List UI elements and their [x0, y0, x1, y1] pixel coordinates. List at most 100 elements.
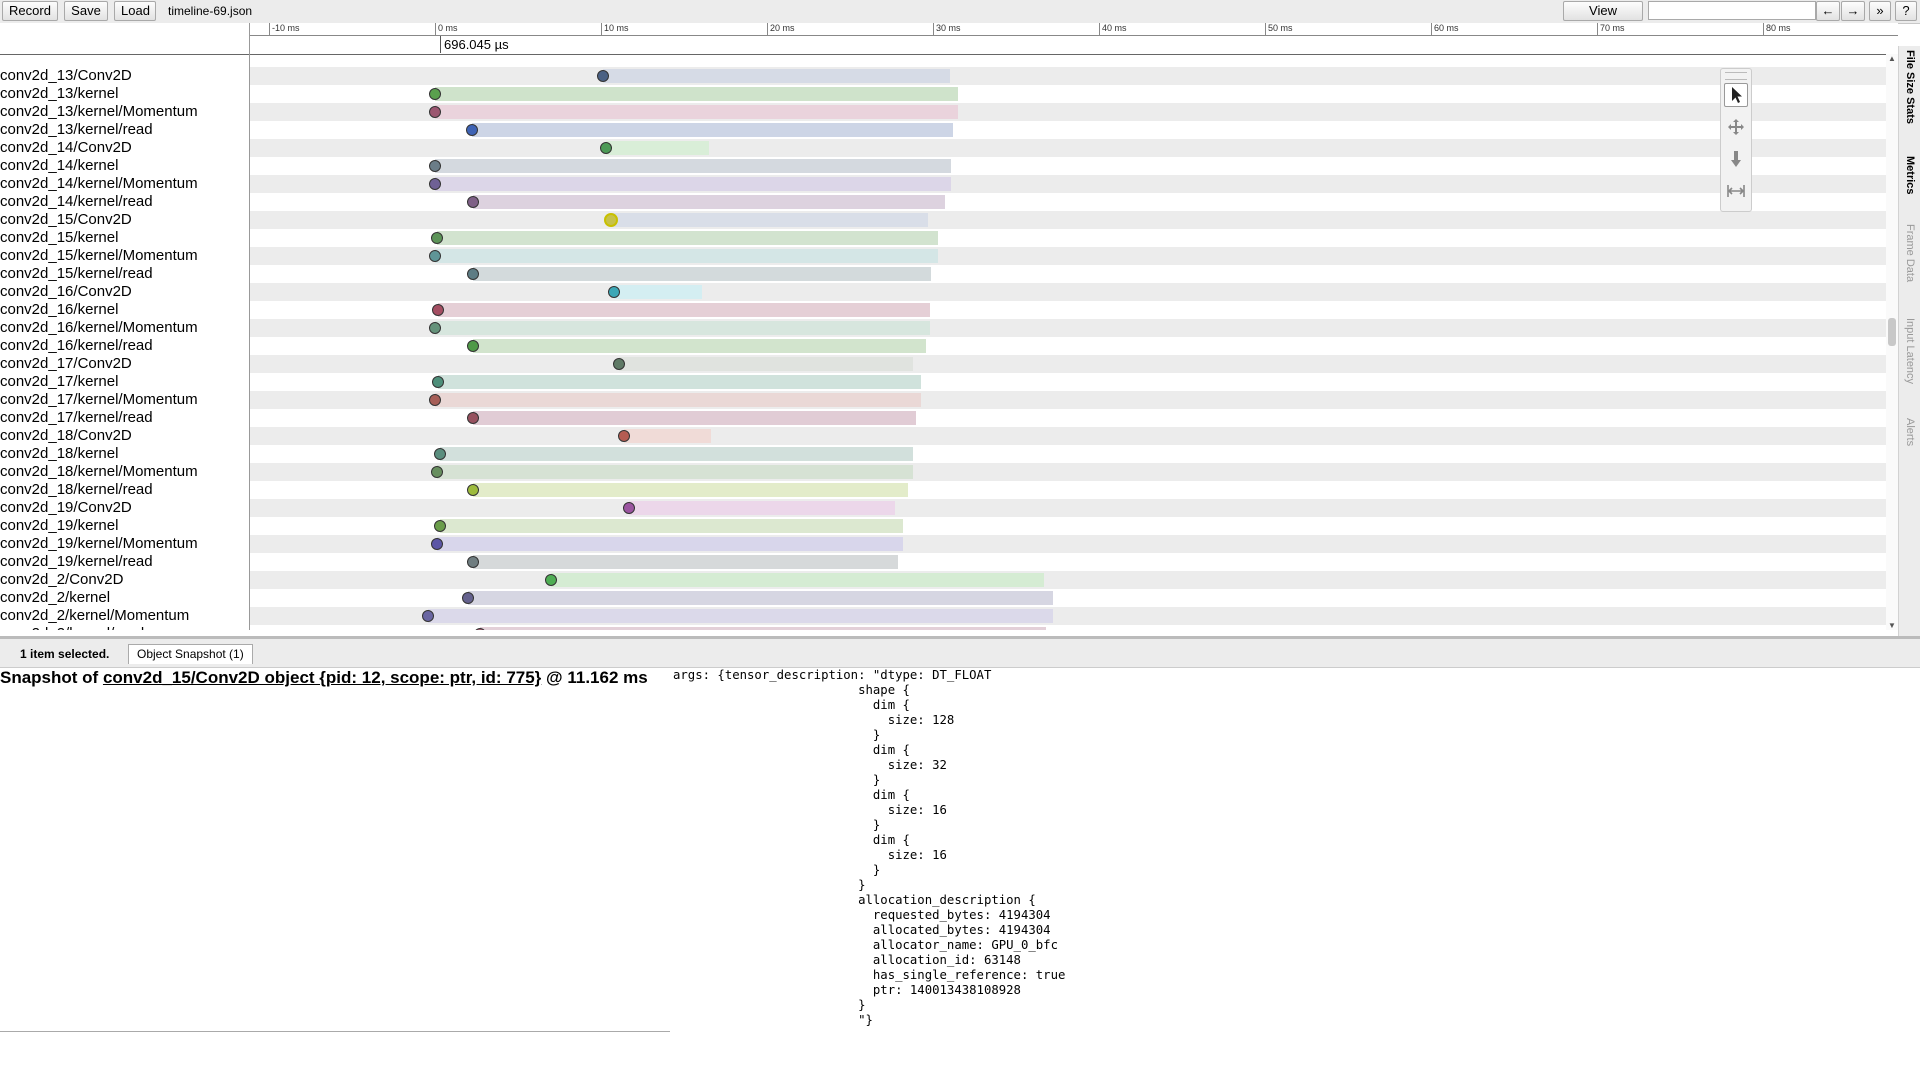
track-row[interactable]: conv2d_18/kernel/read	[0, 481, 1886, 499]
object-lifetime-bar[interactable]	[435, 249, 938, 263]
tab-frame-data[interactable]: Frame Data	[1899, 224, 1920, 287]
record-button[interactable]: Record	[2, 1, 58, 21]
snapshot-marker[interactable]	[596, 70, 609, 82]
timeline-scrollbar[interactable]: ▲ ▼	[1886, 54, 1898, 630]
object-lifetime-bar[interactable]	[435, 393, 922, 407]
track-row[interactable]: conv2d_19/kernel/read	[0, 553, 1886, 571]
scrollbar-thumb[interactable]	[1888, 318, 1896, 346]
track-row[interactable]: conv2d_17/kernel/Momentum	[0, 391, 1886, 409]
time-ruler[interactable]: -10 ms 0 ms 10 ms 20 ms 30 ms 40 ms 50 ms 60 ms…	[250, 23, 1898, 55]
snapshot-marker[interactable]	[430, 232, 443, 244]
snapshot-marker[interactable]	[599, 142, 612, 154]
track-row[interactable]: conv2d_2/Conv2D	[0, 571, 1886, 589]
track-row[interactable]: conv2d_15/kernel/read	[0, 265, 1886, 283]
scroll-up-arrow[interactable]: ▲	[1886, 54, 1898, 63]
save-button[interactable]: Save	[64, 1, 108, 21]
object-lifetime-bar[interactable]	[473, 339, 927, 353]
object-lifetime-bar[interactable]	[436, 231, 938, 245]
track-row[interactable]: conv2d_16/kernel/Momentum	[0, 319, 1886, 337]
tab-file-size-stats[interactable]: File Size Stats	[1899, 50, 1920, 129]
track-row[interactable]: conv2d_15/kernel	[0, 229, 1886, 247]
track-row[interactable]: conv2d_17/kernel/read	[0, 409, 1886, 427]
track-row[interactable]: conv2d_14/kernel/Momentum	[0, 175, 1886, 193]
object-lifetime-bar[interactable]	[435, 87, 958, 101]
next-result-button[interactable]: →	[1841, 1, 1865, 21]
more-button[interactable]: »	[1869, 1, 1891, 21]
object-lifetime-bar[interactable]	[435, 105, 958, 119]
view-options-button[interactable]: View Options	[1563, 1, 1643, 36]
object-lifetime-bar[interactable]	[438, 303, 930, 317]
tab-metrics[interactable]: Metrics	[1899, 156, 1920, 200]
object-lifetime-bar[interactable]	[438, 375, 922, 389]
snapshot-marker[interactable]	[430, 538, 443, 550]
object-lifetime-bar[interactable]	[435, 177, 952, 191]
object-lifetime-bar[interactable]	[629, 501, 895, 515]
object-lifetime-bar[interactable]	[602, 69, 950, 83]
selection-tool-icon[interactable]	[1724, 83, 1748, 107]
track-row[interactable]: conv2d_19/kernel/Momentum	[0, 535, 1886, 553]
object-lifetime-bar[interactable]	[428, 609, 1053, 623]
object-lifetime-bar[interactable]	[435, 321, 930, 335]
track-row[interactable]: conv2d_18/Conv2D	[0, 427, 1886, 445]
tab-alerts[interactable]: Alerts	[1899, 418, 1920, 451]
track-row[interactable]: conv2d_16/kernel/read	[0, 337, 1886, 355]
track-row[interactable]: conv2d_16/Conv2D	[0, 283, 1886, 301]
track-row[interactable]: conv2d_19/Conv2D	[0, 499, 1886, 517]
object-lifetime-bar[interactable]	[439, 447, 914, 461]
timing-tool-icon[interactable]	[1724, 179, 1748, 203]
snapshot-marker[interactable]	[429, 160, 441, 172]
tab-object-snapshot[interactable]: Object Snapshot (1)	[128, 644, 253, 664]
object-lifetime-bar[interactable]	[473, 555, 899, 569]
snapshot-marker[interactable]	[430, 466, 443, 478]
object-lifetime-bar[interactable]	[473, 195, 945, 209]
help-button[interactable]: ?	[1895, 1, 1917, 21]
snapshot-marker[interactable]	[429, 88, 441, 100]
track-row[interactable]: conv2d_19/kernel	[0, 517, 1886, 535]
snapshot-marker[interactable]	[465, 124, 478, 136]
track-row[interactable]: conv2d_15/Conv2D	[0, 211, 1886, 229]
object-lifetime-bar[interactable]	[624, 429, 711, 443]
object-lifetime-bar[interactable]	[473, 267, 932, 281]
track-row[interactable]: conv2d_2/kernel/read	[0, 625, 1886, 630]
track-row[interactable]: conv2d_17/Conv2D	[0, 355, 1886, 373]
snapshot-marker[interactable]	[429, 250, 441, 262]
track-row[interactable]: conv2d_14/kernel	[0, 157, 1886, 175]
object-lifetime-bar[interactable]	[614, 285, 703, 299]
label-divider[interactable]	[249, 23, 250, 630]
snapshot-marker[interactable]	[429, 322, 441, 334]
snapshot-marker[interactable]	[433, 520, 446, 532]
track-row[interactable]: conv2d_16/kernel	[0, 301, 1886, 319]
snapshot-object-link[interactable]: conv2d_15/Conv2D object {pid: 12, scope:…	[103, 668, 541, 687]
track-row[interactable]: conv2d_2/kernel	[0, 589, 1886, 607]
track-row[interactable]: conv2d_13/Conv2D	[0, 67, 1886, 85]
zoom-tool-icon[interactable]	[1724, 147, 1748, 171]
load-button[interactable]: Load	[114, 1, 156, 21]
track-row[interactable]: conv2d_14/Conv2D	[0, 139, 1886, 157]
scroll-down-arrow[interactable]: ▼	[1886, 621, 1898, 630]
object-lifetime-bar[interactable]	[551, 573, 1045, 587]
object-lifetime-bar[interactable]	[619, 357, 914, 371]
object-lifetime-bar[interactable]	[436, 465, 914, 479]
snapshot-marker[interactable]	[429, 106, 441, 118]
pan-tool-icon[interactable]	[1724, 115, 1748, 139]
track-row[interactable]: conv2d_15/kernel/Momentum	[0, 247, 1886, 265]
object-lifetime-bar[interactable]	[473, 411, 917, 425]
track-row[interactable]: conv2d_13/kernel	[0, 85, 1886, 103]
object-lifetime-bar[interactable]	[439, 519, 904, 533]
track-row[interactable]: conv2d_18/kernel	[0, 445, 1886, 463]
snapshot-marker[interactable]	[603, 213, 618, 227]
object-lifetime-bar[interactable]	[479, 627, 1046, 630]
track-row[interactable]: conv2d_13/kernel/Momentum	[0, 103, 1886, 121]
snapshot-marker[interactable]	[433, 448, 446, 460]
timeline-tracks[interactable]: conv2d_13/Conv2D conv2d_13/kernel conv2d_1…	[0, 54, 1886, 630]
object-lifetime-bar[interactable]	[610, 213, 928, 227]
track-row[interactable]: conv2d_17/kernel	[0, 373, 1886, 391]
object-lifetime-bar[interactable]	[468, 591, 1053, 605]
track-row[interactable]: conv2d_18/kernel/Momentum	[0, 463, 1886, 481]
palette-drag-handle[interactable]	[1725, 72, 1747, 80]
object-lifetime-bar[interactable]	[473, 483, 909, 497]
track-row[interactable]: conv2d_14/kernel/read	[0, 193, 1886, 211]
prev-result-button[interactable]: ←	[1816, 1, 1840, 21]
snapshot-marker[interactable]	[429, 394, 441, 406]
object-lifetime-bar[interactable]	[436, 537, 904, 551]
